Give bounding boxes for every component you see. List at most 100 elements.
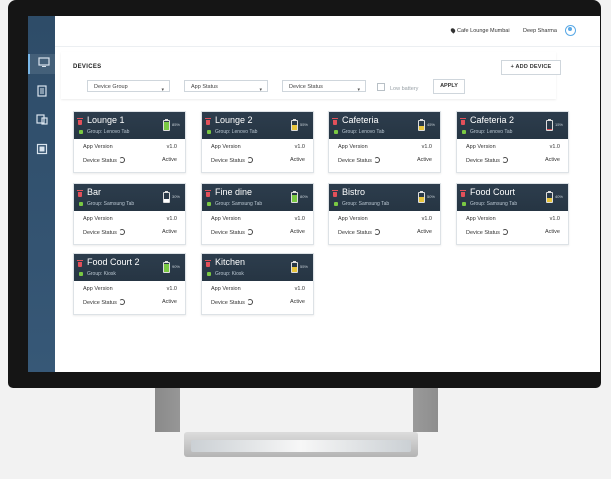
lock-icon [462,202,466,206]
device-card[interactable]: Kitchen Group: Kiosk 55% App Version v1.… [201,253,314,315]
device-status-row: Device Status Active [211,299,305,306]
section-title: DEVICES [73,64,102,70]
device-card[interactable]: Bar Group: Samsung Tab 30% App Version v… [73,183,186,245]
user-name[interactable]: Deep Sharma [523,28,557,34]
device-status-label: Device Status [83,158,117,164]
sidebar-item-monitor[interactable] [28,54,57,74]
device-card[interactable]: Fine dine Group: Samsung Tab 80% App Ver… [201,183,314,245]
tablet-icon [35,112,48,130]
delete-icon[interactable] [205,260,211,267]
refresh-icon[interactable] [373,229,380,235]
device-status-label: Device Status [211,230,245,236]
delete-icon[interactable] [77,260,83,267]
delete-icon[interactable] [460,190,466,197]
device-name: Fine dine [215,187,253,197]
app-version-value: v1.0 [166,286,177,292]
refresh-icon[interactable] [118,157,125,163]
app-version-value: v1.0 [549,144,560,150]
lock-icon [334,202,338,206]
app-version-label: App Version [211,144,241,150]
app-version-row: App Version v1.0 [83,216,177,222]
delete-icon[interactable] [205,118,211,125]
battery-level [292,267,297,272]
apply-button[interactable]: APPLY [433,79,465,94]
location-selector[interactable]: Cafe Lounge Mumbai [449,27,510,34]
device-name: Food Court [470,187,516,197]
monitor-stand [155,388,438,432]
sidebar-item-devices[interactable] [34,114,49,128]
location-label: Cafe Lounge Mumbai [457,28,510,34]
device-card[interactable]: Lounge 1 Group: Lenovo Tab 85% App Versi… [73,111,186,173]
lock-icon [462,130,466,134]
device-name: Cafeteria [342,115,379,125]
app-status-select[interactable]: App Status ▾ [184,80,268,93]
device-status-row: Device Status Active [338,229,432,236]
delete-icon[interactable] [460,118,466,125]
refresh-icon[interactable] [501,157,508,163]
refresh-icon[interactable] [246,299,253,305]
battery-icon [418,119,425,131]
app-version-row: App Version v1.0 [211,286,305,292]
checkbox-icon [377,83,385,91]
device-group: Group: Samsung Tab [87,201,135,207]
battery-icon [418,191,425,203]
device-status-label: Device Status [211,300,245,306]
device-card[interactable]: Food Court Group: Samsung Tab 40% App Ve… [456,183,569,245]
app-version-value: v1.0 [294,286,305,292]
delete-icon[interactable] [332,190,338,197]
device-card-header: Food Court Group: Samsung Tab 40% [457,184,568,211]
app-version-value: v1.0 [421,216,432,222]
battery-level [164,199,169,202]
device-card[interactable]: Cafeteria 2 Group: Lenovo Tab 15% App Ve… [456,111,569,173]
battery-level [292,125,297,130]
delete-icon[interactable] [77,190,83,197]
device-card[interactable]: Food Court 2 Group: Kiosk 90% App Versio… [73,253,186,315]
app-version-value: v1.0 [294,144,305,150]
device-group: Group: Lenovo Tab [470,129,513,135]
low-battery-checkbox[interactable]: Low battery [377,83,418,92]
device-status-row: Device Status Active [83,229,177,236]
app-version-label: App Version [211,216,241,222]
refresh-icon[interactable] [373,157,380,163]
sidebar [28,16,57,372]
device-status-label: Device Status [466,230,500,236]
sidebar-item-screen[interactable] [34,143,49,158]
delete-icon[interactable] [332,118,338,125]
device-card-header: Kitchen Group: Kiosk 55% [202,254,313,281]
device-card[interactable]: Bistro Group: Samsung Tab 50% App Versio… [328,183,441,245]
lock-icon [79,202,83,206]
device-card-header: Food Court 2 Group: Kiosk 90% [74,254,185,281]
refresh-icon[interactable] [246,157,253,163]
delete-icon[interactable] [205,190,211,197]
device-status-row: Device Status Active [211,157,305,164]
device-status-value: Active [417,157,432,163]
device-group: Group: Lenovo Tab [87,129,130,135]
battery-level [419,126,424,130]
app-version-row: App Version v1.0 [211,216,305,222]
device-status-select-label: Device Status [289,84,323,90]
refresh-icon[interactable] [118,229,125,235]
monitor-bezel: Cafe Lounge Mumbai Deep Sharma DEVICES +… [8,0,601,388]
refresh-icon[interactable] [118,299,125,305]
device-status-select[interactable]: Device Status ▾ [282,80,366,93]
refresh-icon[interactable] [246,229,253,235]
battery-level [164,122,169,130]
battery-icon [163,261,170,273]
add-device-button[interactable]: + ADD DEVICE [501,60,561,75]
avatar[interactable] [565,25,576,36]
device-card[interactable]: Cafeteria Group: Lenovo Tab 45% App Vers… [328,111,441,173]
device-name: Lounge 1 [87,115,125,125]
device-group-select[interactable]: Device Group ▾ [87,80,170,93]
refresh-icon[interactable] [501,229,508,235]
device-status-row: Device Status Active [338,157,432,164]
app-version-value: v1.0 [166,216,177,222]
delete-icon[interactable] [77,118,83,125]
device-card[interactable]: Lounge 2 Group: Lenovo Tab 55% App Versi… [201,111,314,173]
device-status-label: Device Status [338,158,372,164]
battery-percent: 45% [426,122,435,127]
app-version-label: App Version [338,216,368,222]
sidebar-item-documents[interactable] [34,85,49,100]
device-status-row: Device Status Active [83,299,177,306]
app-version-value: v1.0 [166,144,177,150]
lock-icon [79,272,83,276]
